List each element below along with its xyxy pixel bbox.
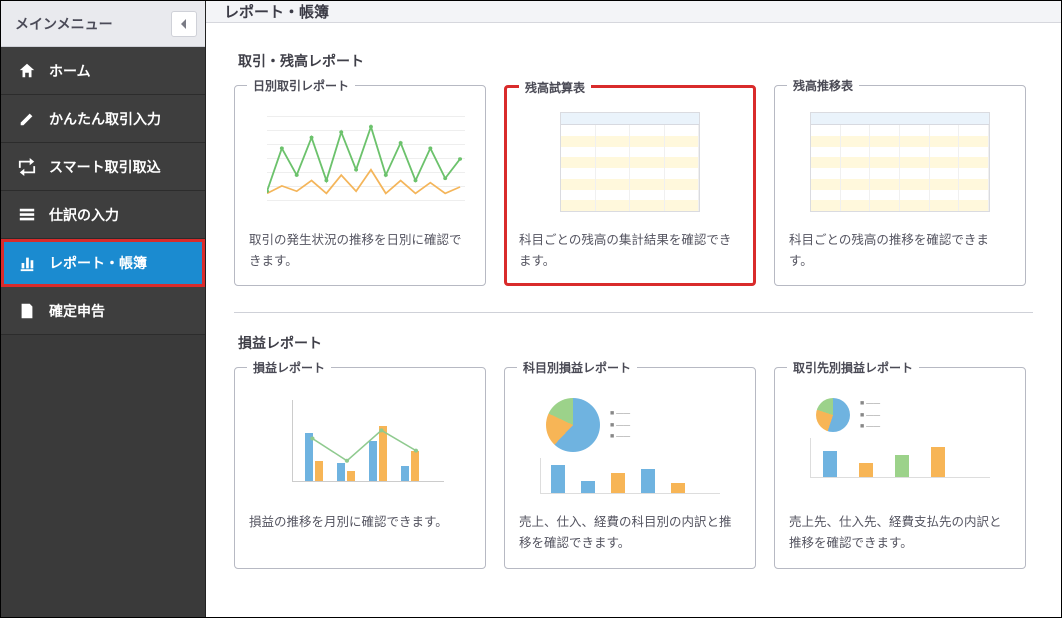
card-title: 科目別損益レポート <box>517 359 637 376</box>
sidebar-header: メインメニュー <box>1 1 205 47</box>
card-desc: 科目ごとの残高の集計結果を確認できます。 <box>519 224 741 271</box>
nav-label: 確定申告 <box>49 301 105 321</box>
grid-icon <box>17 205 37 225</box>
card-thumb <box>789 108 1011 216</box>
card-desc: 取引の発生状況の推移を日別に確認できます。 <box>249 224 471 271</box>
card-account-pl[interactable]: 科目別損益レポート ■ ――■ ――■ ―― <box>504 367 756 568</box>
nav-item-journal-entry[interactable]: 仕訳の入力 <box>1 191 205 239</box>
card-thumb: ■ ――■ ――■ ―― <box>789 390 1011 498</box>
sidebar: メインメニュー ホーム かんたん取引入力 <box>1 1 206 617</box>
card-trial-balance[interactable]: 残高試算表 <box>504 85 756 286</box>
content: 取引・残高レポート 日別取引レポート <box>206 23 1061 617</box>
pencil-icon <box>17 109 37 129</box>
page-header: レポート・帳簿 <box>206 1 1061 23</box>
card-title: 日別取引レポート <box>247 77 355 94</box>
card-thumb <box>249 108 471 216</box>
card-daily-report[interactable]: 日別取引レポート <box>234 85 486 286</box>
sidebar-collapse-button[interactable] <box>171 11 197 37</box>
card-balance-trend[interactable]: 残高推移表 <box>774 85 1026 286</box>
section-title: 損益レポート <box>238 333 1033 353</box>
card-thumb <box>519 108 741 216</box>
main: レポート・帳簿 取引・残高レポート 日別取引レポート <box>206 1 1061 617</box>
card-partner-pl[interactable]: 取引先別損益レポート ■ ――■ ――■ ―― <box>774 367 1026 568</box>
nav-label: ホーム <box>49 61 91 81</box>
card-title: 損益レポート <box>247 359 331 376</box>
card-thumb <box>249 390 471 498</box>
section-divider <box>234 312 1033 313</box>
card-title: 取引先別損益レポート <box>787 359 919 376</box>
card-desc: 売上、仕入、経費の科目別の内訳と推移を確認できます。 <box>519 506 741 553</box>
card-thumb: ■ ――■ ――■ ―― <box>519 390 741 498</box>
chevron-left-icon <box>180 16 188 32</box>
chart-icon <box>17 253 37 273</box>
card-desc: 売上先、仕入先、経費支払先の内訳と推移を確認できます。 <box>789 506 1011 553</box>
document-icon <box>17 301 37 321</box>
card-desc: 科目ごとの残高の推移を確認できます。 <box>789 224 1011 271</box>
sidebar-title: メインメニュー <box>15 14 113 34</box>
pie-chart-icon <box>546 398 600 452</box>
nav-label: かんたん取引入力 <box>49 109 161 129</box>
nav-list: ホーム かんたん取引入力 スマート取引取込 仕訳の入力 <box>1 47 205 335</box>
card-desc: 損益の推移を月別に確認できます。 <box>249 506 471 533</box>
home-icon <box>17 61 37 81</box>
card-row: 損益レポート <box>234 367 1033 568</box>
nav-item-home[interactable]: ホーム <box>1 47 205 95</box>
nav-item-easy-entry[interactable]: かんたん取引入力 <box>1 95 205 143</box>
nav-label: スマート取引取込 <box>49 157 161 177</box>
legend-icon: ■ ――■ ――■ ―― <box>860 398 880 432</box>
nav-item-tax-return[interactable]: 確定申告 <box>1 287 205 335</box>
legend-icon: ■ ――■ ――■ ―― <box>610 408 630 442</box>
import-icon <box>17 157 37 177</box>
nav-item-reports[interactable]: レポート・帳簿 <box>1 239 205 287</box>
pie-chart-icon <box>816 398 850 432</box>
card-profit-loss[interactable]: 損益レポート <box>234 367 486 568</box>
card-row: 日別取引レポート <box>234 85 1033 286</box>
page-title: レポート・帳簿 <box>224 1 329 22</box>
card-title: 残高推移表 <box>787 77 859 94</box>
nav-label: レポート・帳簿 <box>49 253 147 273</box>
nav-item-smart-import[interactable]: スマート取引取込 <box>1 143 205 191</box>
nav-label: 仕訳の入力 <box>49 205 119 225</box>
card-title: 残高試算表 <box>519 79 591 96</box>
section-title: 取引・残高レポート <box>238 51 1033 71</box>
